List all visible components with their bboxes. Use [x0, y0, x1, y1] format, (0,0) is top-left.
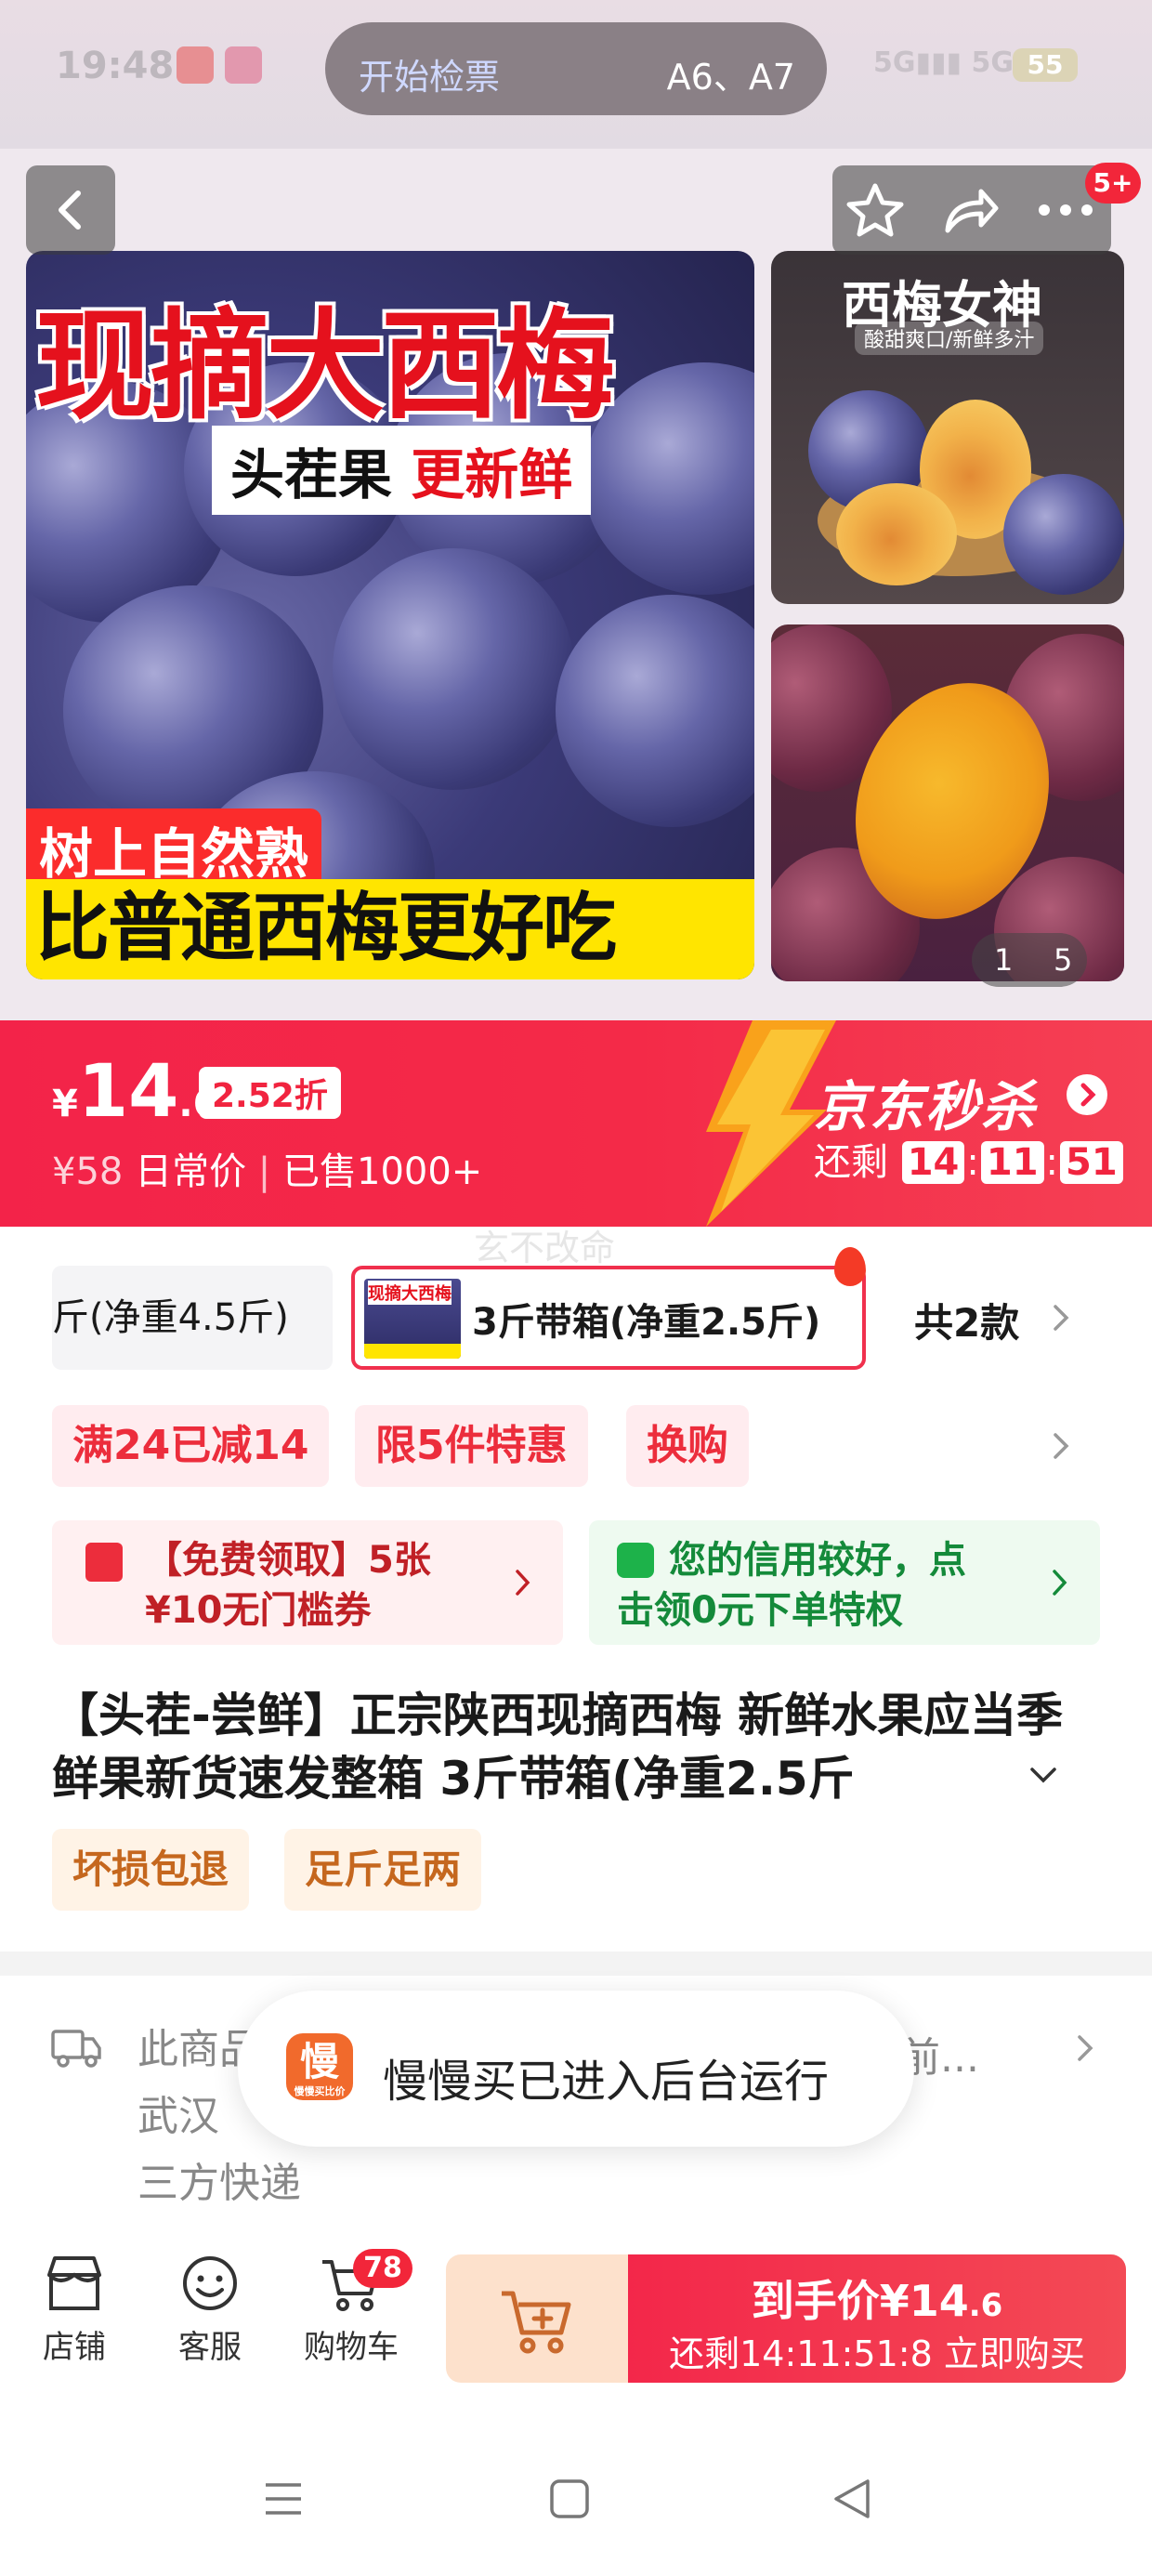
image-counter: 1 5: [972, 933, 1087, 987]
side-image-2[interactable]: [771, 624, 1124, 981]
app-notification-icon: [225, 46, 262, 84]
promo-tag-2[interactable]: 限5件特惠: [355, 1405, 588, 1487]
variant-1-label: 斤(净重4.5斤): [52, 1296, 289, 1339]
back-arrow-icon: [59, 191, 81, 230]
toast-notification: 慢慢慢买比价 慢慢买已进入后台运行: [238, 1991, 914, 2147]
home-nav-icon[interactable]: [548, 2477, 591, 2520]
variant-option-2[interactable]: 现摘大西梅 3斤带箱(净重2.5斤): [351, 1266, 866, 1370]
credit-privilege-card[interactable]: 您的信用较好，点 击领0元下单特权: [589, 1520, 1100, 1645]
variant-thumbnail: 现摘大西梅: [364, 1279, 461, 1359]
seckill-title[interactable]: 京东秒杀: [814, 1063, 1037, 1141]
buy-now-button[interactable]: 到手价¥14.6 还剩14:11:51:8 立即购买: [628, 2254, 1126, 2383]
buy-countdown: 还剩14:11:51:8 立即购买: [669, 2333, 1085, 2374]
menu-nav-icon[interactable]: [262, 2477, 305, 2520]
coupon-icon: [85, 1543, 123, 1582]
ticket-status: 开始检票: [359, 57, 501, 98]
promo-tag-1[interactable]: 满24已减14: [52, 1405, 330, 1487]
chevron-right-icon[interactable]: [1050, 1429, 1072, 1463]
side-image-subtitle: 酸甜爽口/新鲜多汁: [855, 322, 1044, 355]
shop-button[interactable]: 店铺: [19, 2253, 130, 2367]
ticket-gates: A6、A7: [666, 57, 795, 98]
coupon-text: 【免费领取】5张 ¥10无门槛券: [145, 1539, 431, 1632]
store-icon: [47, 2256, 101, 2310]
credit-text: 您的信用较好，点 击领0元下单特权: [617, 1539, 966, 1632]
seckill-price-band: ¥14.6 2.52折 ¥58 日常价 | 已售1000+ 京东秒杀 还剩 14…: [0, 1020, 1152, 1227]
original-price: ¥58 日常价 | 已售1000+: [52, 1150, 483, 1193]
back-nav-icon[interactable]: [831, 2477, 873, 2520]
plum: [333, 548, 574, 790]
current-price: ¥14.6: [52, 1050, 218, 1134]
free-coupon-card[interactable]: 【免费领取】5张 ¥10无门槛券: [52, 1520, 563, 1645]
chevron-right-icon[interactable]: [1074, 2031, 1096, 2065]
side-image-1[interactable]: 西梅女神 酸甜爽口/新鲜多汁: [771, 251, 1124, 604]
chevron-right-icon[interactable]: [1050, 1301, 1072, 1334]
seckill-arrow-icon[interactable]: [1067, 1074, 1107, 1115]
image-main-title: 现摘大西梅: [35, 297, 615, 436]
ticket-pill[interactable]: 开始检票 A6、A7: [325, 22, 827, 115]
status-app-icons: [177, 46, 279, 84]
add-to-cart-button[interactable]: [446, 2254, 628, 2383]
hot-fire-icon: [834, 1247, 866, 1286]
plum-half: [836, 483, 957, 585]
customer-service-icon: [183, 2256, 237, 2310]
variant-2-label: 3斤带箱(净重2.5斤): [472, 1301, 821, 1344]
main-product-image[interactable]: 现摘大西梅 头茬果 更新鲜 树上自然熟 比普通西梅更好吃: [26, 251, 754, 979]
discount-badge: 2.52折: [199, 1067, 341, 1119]
plum: [1003, 474, 1124, 595]
watermark: 玄不改命: [474, 1228, 616, 1268]
countdown: 还剩 14:11:51: [814, 1132, 1125, 1186]
toast-message: 慢慢买已进入后台运行: [383, 2056, 830, 2108]
share-icon[interactable]: [940, 182, 1000, 238]
final-price: 到手价¥14.6: [751, 2276, 1003, 2326]
promo-tag-3[interactable]: 换购: [626, 1405, 749, 1487]
service-chip-1[interactable]: 坏损包退: [52, 1829, 250, 1911]
service-chip-2[interactable]: 足斤足两: [284, 1829, 482, 1911]
battery-icon: 55: [1013, 48, 1078, 82]
variant-option-1[interactable]: 斤(净重4.5斤): [52, 1266, 333, 1370]
top-actions: [832, 165, 1111, 255]
image-tag-tasty: 比普通西梅更好吃: [26, 879, 754, 979]
customer-service-button[interactable]: 客服: [154, 2253, 266, 2367]
chevron-down-icon[interactable]: [1028, 1764, 1059, 1786]
chevron-right-icon: [1053, 1570, 1067, 1596]
favorite-star-icon[interactable]: [845, 182, 905, 238]
chevron-right-icon: [516, 1570, 530, 1596]
app-notification-icon: [177, 46, 214, 84]
product-title[interactable]: 【头茬-尝鲜】正宗陕西现摘西梅 新鲜水果应当季鲜果新货速发整箱 3斤带箱(净重2…: [52, 1684, 1093, 1810]
variant-count[interactable]: 共2款: [914, 1292, 1019, 1348]
image-tag-ripe: 树上自然熟: [26, 808, 322, 890]
message-badge: 5+: [1085, 163, 1141, 204]
status-time: 19:48: [56, 45, 175, 87]
plum: [556, 595, 754, 827]
back-button[interactable]: [26, 165, 115, 255]
add-cart-icon: [502, 2291, 571, 2354]
app-logo-icon: 慢慢慢买比价: [286, 2033, 353, 2100]
cart-count-badge: 78: [353, 2249, 412, 2288]
delivery-truck-icon: [51, 2030, 101, 2068]
image-tag-fresh: 头茬果 更新鲜: [212, 426, 592, 515]
image-title-band: 现摘大西梅: [26, 269, 754, 436]
